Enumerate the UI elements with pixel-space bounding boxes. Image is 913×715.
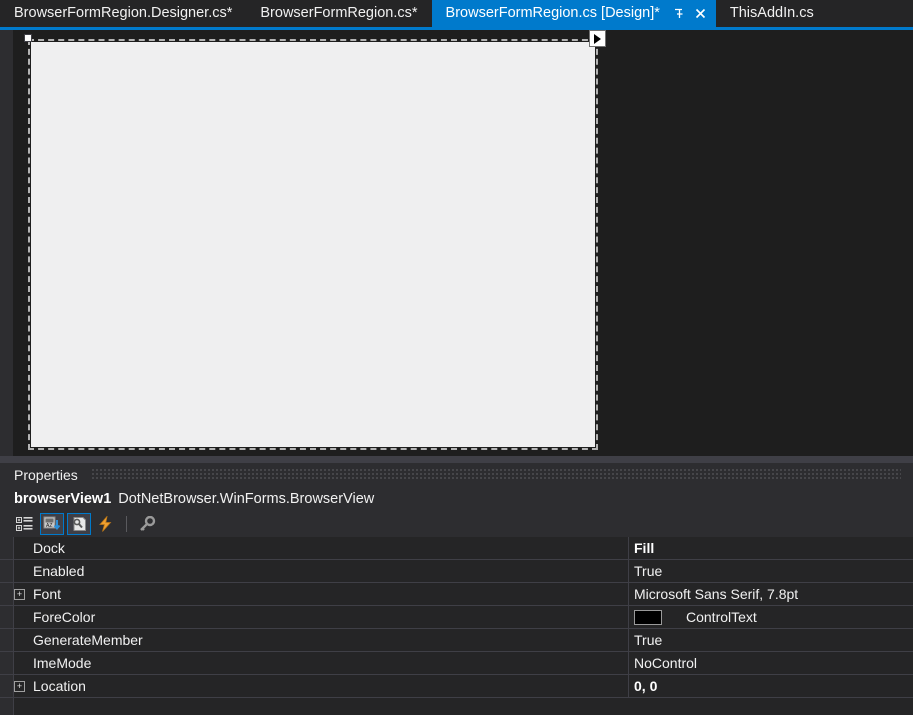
- tab-browserformregion-cs-design[interactable]: BrowserFormRegion.cs [Design]*: [431, 0, 716, 27]
- property-name: Font: [33, 586, 62, 602]
- editor-tab-strip: BrowserFormRegion.Designer.cs* BrowserFo…: [0, 0, 913, 30]
- property-row[interactable]: Enabled True: [0, 560, 913, 583]
- properties-toolbar: AZ: [0, 511, 913, 537]
- close-icon[interactable]: [692, 5, 710, 23]
- property-name: Enabled: [33, 563, 85, 579]
- property-value[interactable]: 0, 0: [634, 678, 657, 694]
- property-name: GenerateMember: [33, 632, 143, 648]
- categorized-button[interactable]: [13, 513, 37, 535]
- property-name: ImeMode: [33, 655, 92, 671]
- column-divider[interactable]: [628, 675, 629, 697]
- property-value[interactable]: Fill: [634, 540, 654, 556]
- property-name: Dock: [33, 540, 65, 556]
- property-value[interactable]: True: [634, 563, 662, 579]
- tab-browserformregion-cs[interactable]: BrowserFormRegion.cs*: [246, 0, 432, 27]
- color-swatch-icon: [634, 609, 662, 625]
- triangle-right-icon: [594, 33, 601, 44]
- tab-thisaddin-cs[interactable]: ThisAddIn.cs: [715, 0, 828, 27]
- property-value[interactable]: True: [634, 632, 662, 648]
- column-divider[interactable]: [628, 583, 629, 605]
- selected-object-type: DotNetBrowser.WinForms.BrowserView: [118, 491, 375, 507]
- resize-handle-top-left[interactable]: [24, 34, 32, 42]
- property-row[interactable]: ImeMode NoControl: [0, 652, 913, 675]
- property-row[interactable]: + Font Microsoft Sans Serif, 7.8pt: [0, 583, 913, 606]
- properties-titlebar[interactable]: Properties: [0, 463, 913, 487]
- pin-icon[interactable]: [670, 5, 688, 23]
- properties-button[interactable]: [67, 513, 91, 535]
- designer-left-gutter: [0, 30, 13, 456]
- panel-title: Properties: [14, 467, 78, 483]
- tab-label: BrowserFormRegion.cs*: [260, 5, 418, 22]
- property-value[interactable]: ControlText: [634, 609, 757, 625]
- property-value[interactable]: NoControl: [634, 655, 697, 671]
- column-divider[interactable]: [628, 606, 629, 628]
- events-button[interactable]: [94, 513, 118, 535]
- property-name: Location: [33, 678, 86, 694]
- column-divider[interactable]: [628, 629, 629, 651]
- expand-icon[interactable]: +: [14, 680, 25, 692]
- selected-object-bar[interactable]: browserView1 DotNetBrowser.WinForms.Brow…: [0, 487, 913, 511]
- property-name: ForeColor: [33, 609, 96, 625]
- properties-panel: Properties browserView1 DotNetBrowser.Wi…: [0, 463, 913, 715]
- smart-tag-icon[interactable]: [589, 30, 606, 47]
- tab-label: BrowserFormRegion.cs [Design]*: [445, 5, 660, 22]
- winforms-designer-surface[interactable]: [0, 30, 913, 456]
- property-value[interactable]: Microsoft Sans Serif, 7.8pt: [634, 586, 798, 602]
- form-selection-border: [28, 39, 598, 450]
- properties-grid[interactable]: Dock Fill Enabled True + Font Microsoft Sans S…: [0, 537, 913, 715]
- property-row-list: Dock Fill Enabled True + Font Microsoft Sans S…: [0, 537, 913, 698]
- tab-browserformregion-designer-cs[interactable]: BrowserFormRegion.Designer.cs*: [0, 0, 247, 27]
- property-row[interactable]: GenerateMember True: [0, 629, 913, 652]
- property-row[interactable]: ForeColor ControlText: [0, 606, 913, 629]
- property-pages-button[interactable]: [135, 513, 159, 535]
- toolbar-separator: [126, 516, 127, 532]
- column-divider[interactable]: [628, 560, 629, 582]
- property-value-text: ControlText: [686, 609, 757, 625]
- column-divider[interactable]: [628, 537, 629, 559]
- svg-text:AZ: AZ: [46, 523, 52, 529]
- drag-grip[interactable]: [91, 469, 901, 481]
- property-row[interactable]: Dock Fill: [0, 537, 913, 560]
- tab-icon-group: [670, 5, 710, 23]
- tab-label: ThisAddIn.cs: [729, 5, 814, 22]
- horizontal-splitter[interactable]: [0, 456, 913, 463]
- tab-label: BrowserFormRegion.Designer.cs*: [14, 5, 233, 22]
- property-row[interactable]: + Location 0, 0: [0, 675, 913, 698]
- design-form-browserview[interactable]: [24, 30, 606, 450]
- column-divider[interactable]: [628, 652, 629, 674]
- alphabetical-button[interactable]: AZ: [40, 513, 64, 535]
- expand-icon[interactable]: +: [14, 588, 25, 600]
- selected-object-name: browserView1: [14, 491, 112, 507]
